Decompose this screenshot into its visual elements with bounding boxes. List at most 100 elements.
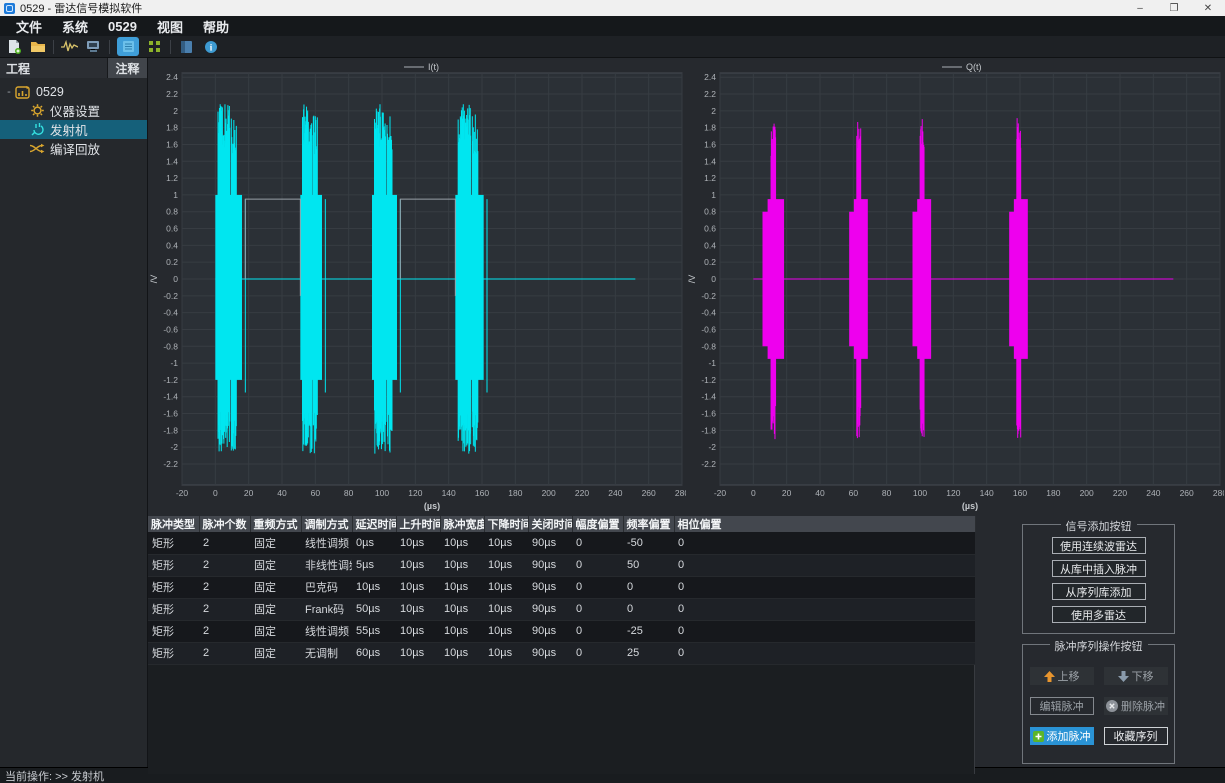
menu-project[interactable]: 0529 xyxy=(98,19,147,34)
use-multi-radar-button[interactable]: 使用多雷达 xyxy=(1052,606,1146,623)
table-cell: 固定 xyxy=(250,554,301,576)
toolbar-separator xyxy=(53,40,54,54)
menu-bar: 文件 系统 0529 视图 帮助 xyxy=(0,16,1225,36)
svg-text:2.2: 2.2 xyxy=(166,89,178,99)
table-cell: 0µs xyxy=(352,532,396,554)
use-cw-radar-button[interactable]: 使用连续波雷达 xyxy=(1052,537,1146,554)
title-bar: 0529 - 雷达信号模拟软件 – ❐ ✕ xyxy=(0,0,1225,16)
menu-view[interactable]: 视图 xyxy=(147,17,193,36)
notebook-icon[interactable] xyxy=(178,39,195,55)
column-header[interactable]: 相位偏置 xyxy=(674,516,975,532)
svg-text:-1.4: -1.4 xyxy=(163,392,178,402)
transmitter-view-icon[interactable] xyxy=(117,37,139,56)
svg-text:-1.6: -1.6 xyxy=(701,409,716,419)
svg-text:-0.8: -0.8 xyxy=(701,341,716,351)
table-row[interactable]: 矩形2固定巴克码10µs10µs10µs10µs90µs000 xyxy=(148,576,975,598)
column-header[interactable]: 延迟时间 xyxy=(352,516,396,532)
column-header[interactable]: 脉冲个数 xyxy=(199,516,250,532)
restore-button[interactable]: ❐ xyxy=(1157,3,1191,14)
column-header[interactable]: 上升时间 xyxy=(396,516,440,532)
svg-text:100: 100 xyxy=(375,488,389,498)
table-cell: 无调制 xyxy=(301,642,352,664)
table-cell: 矩形 xyxy=(148,642,199,664)
column-header[interactable]: 幅度偏置 xyxy=(572,516,623,532)
svg-text:0.8: 0.8 xyxy=(166,207,178,217)
sequence-grid-icon[interactable] xyxy=(146,39,163,55)
tree-node-transmitter[interactable]: 发射机 xyxy=(0,120,147,139)
new-file-icon[interactable] xyxy=(5,39,22,55)
svg-text:-1.6: -1.6 xyxy=(163,409,178,419)
device-icon[interactable] xyxy=(85,39,102,55)
minimize-button[interactable]: – xyxy=(1123,3,1157,14)
menu-file[interactable]: 文件 xyxy=(6,17,52,36)
toolbar-separator xyxy=(109,40,110,54)
table-cell: 10µs xyxy=(396,532,440,554)
column-header[interactable]: 下降时间 xyxy=(484,516,528,532)
table-cell: 2 xyxy=(199,554,250,576)
table-cell: 10µs xyxy=(484,598,528,620)
tab-notes[interactable]: 注释 xyxy=(107,58,147,78)
column-header[interactable]: 关闭时间 xyxy=(528,516,572,532)
table-cell: 10µs xyxy=(440,598,484,620)
svg-text:1: 1 xyxy=(173,190,178,200)
svg-text:0.4: 0.4 xyxy=(166,240,178,250)
pulse-table: 脉冲类型脉冲个数重频方式调制方式延迟时间上升时间脉冲宽度下降时间关闭时间幅度偏置… xyxy=(148,516,976,665)
insert-pulse-from-library-button[interactable]: 从库中插入脉冲 xyxy=(1052,560,1146,577)
table-row[interactable]: 矩形2固定非线性调频5µs10µs10µs10µs90µs0500 xyxy=(148,554,975,576)
add-icon xyxy=(1033,731,1044,742)
table-cell: 10µs xyxy=(484,620,528,642)
menu-help[interactable]: 帮助 xyxy=(193,17,239,36)
column-header[interactable]: 调制方式 xyxy=(301,516,352,532)
table-cell: 0 xyxy=(674,620,975,642)
table-cell: 巴克码 xyxy=(301,576,352,598)
tab-project[interactable]: 工程 xyxy=(0,58,107,78)
table-cell: 90µs xyxy=(528,598,572,620)
table-row[interactable]: 矩形2固定Frank码50µs10µs10µs10µs90µs000 xyxy=(148,598,975,620)
edit-pulse-button[interactable]: 编辑脉冲 xyxy=(1030,697,1094,715)
table-row[interactable]: 矩形2固定线性调频0µs10µs10µs10µs90µs0-500 xyxy=(148,532,975,554)
svg-text:140: 140 xyxy=(980,488,994,498)
column-header[interactable]: 脉冲类型 xyxy=(148,516,199,532)
svg-text:-0.2: -0.2 xyxy=(163,291,178,301)
tree-expander-icon[interactable]: - xyxy=(4,86,14,98)
info-icon[interactable]: i xyxy=(202,39,219,55)
tree-node-instrument-settings[interactable]: 仪器设置 xyxy=(0,101,147,120)
table-cell: 固定 xyxy=(250,598,301,620)
table-cell: 矩形 xyxy=(148,554,199,576)
add-from-sequence-library-button[interactable]: 从序列库添加 xyxy=(1052,583,1146,600)
table-row[interactable]: 矩形2固定线性调频55µs10µs10µs10µs90µs0-250 xyxy=(148,620,975,642)
tree-node-compile-playback[interactable]: 编译回放 xyxy=(0,139,147,158)
close-button[interactable]: ✕ xyxy=(1191,3,1225,14)
column-header[interactable]: 脉冲宽度 xyxy=(440,516,484,532)
table-cell: 2 xyxy=(199,532,250,554)
add-pulse-button[interactable]: 添加脉冲 xyxy=(1030,727,1094,745)
table-cell: 10µs xyxy=(440,620,484,642)
table-cell: 固定 xyxy=(250,642,301,664)
svg-text:20: 20 xyxy=(782,488,792,498)
table-cell: 矩形 xyxy=(148,532,199,554)
svg-text:-1.4: -1.4 xyxy=(701,392,716,402)
svg-text:-2.2: -2.2 xyxy=(163,459,178,469)
tree-node-root[interactable]: - 0529 xyxy=(0,82,147,101)
table-cell: 60µs xyxy=(352,642,396,664)
table-row[interactable]: 矩形2固定无调制60µs10µs10µs10µs90µs0250 xyxy=(148,642,975,664)
menu-system[interactable]: 系统 xyxy=(52,17,98,36)
add-pulse-label: 添加脉冲 xyxy=(1047,728,1091,744)
column-header[interactable]: 频率偏置 xyxy=(623,516,674,532)
open-folder-icon[interactable] xyxy=(29,39,46,55)
status-text: 当前操作: >> 发射机 xyxy=(5,768,104,783)
save-sequence-label: 收藏序列 xyxy=(1114,728,1158,744)
column-header[interactable]: 重频方式 xyxy=(250,516,301,532)
move-down-button[interactable]: 下移 xyxy=(1104,667,1168,685)
delete-pulse-button[interactable]: 删除脉冲 xyxy=(1104,697,1168,715)
pulse-table-panel: 脉冲类型脉冲个数重频方式调制方式延迟时间上升时间脉冲宽度下降时间关闭时间幅度偏置… xyxy=(148,516,975,774)
move-up-button[interactable]: 上移 xyxy=(1030,667,1094,685)
svg-text:0: 0 xyxy=(213,488,218,498)
edit-pulse-label: 编辑脉冲 xyxy=(1040,698,1084,714)
waveform-icon[interactable] xyxy=(61,39,78,55)
save-sequence-button[interactable]: 收藏序列 xyxy=(1104,727,1168,745)
table-cell: 10µs xyxy=(440,554,484,576)
svg-text:1.4: 1.4 xyxy=(704,156,716,166)
svg-text:20: 20 xyxy=(244,488,254,498)
table-cell: 2 xyxy=(199,598,250,620)
